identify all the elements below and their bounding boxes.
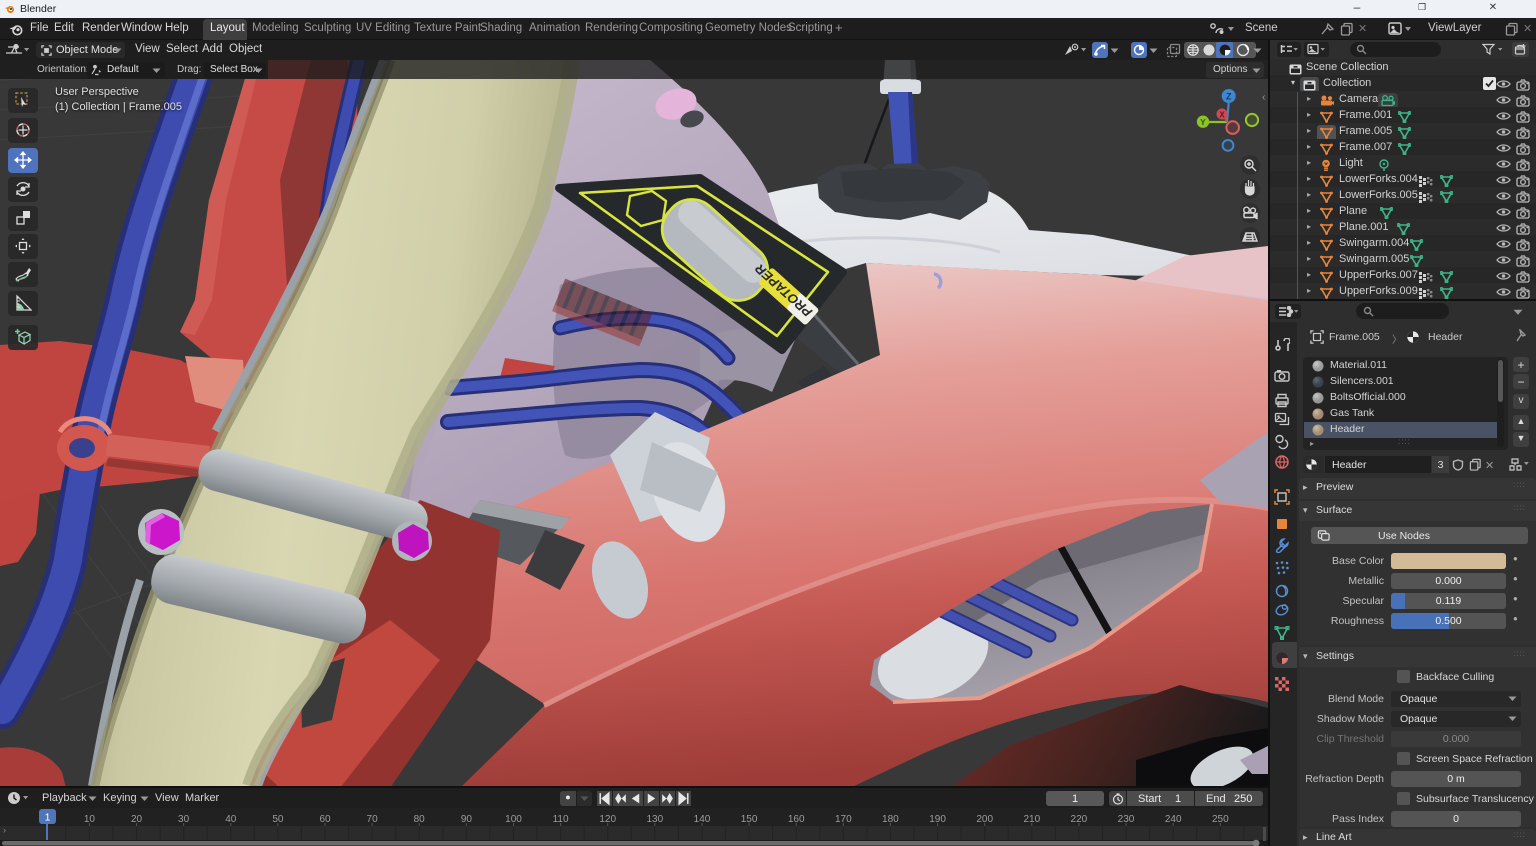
svg-text:Z: Z <box>1226 92 1232 102</box>
svg-text:‹: ‹ <box>1262 92 1265 103</box>
svg-text:X: X <box>1219 111 1225 120</box>
svg-text:1: 1 <box>45 812 51 824</box>
svg-text:›: › <box>3 825 6 835</box>
svg-text:Y: Y <box>1200 117 1206 127</box>
